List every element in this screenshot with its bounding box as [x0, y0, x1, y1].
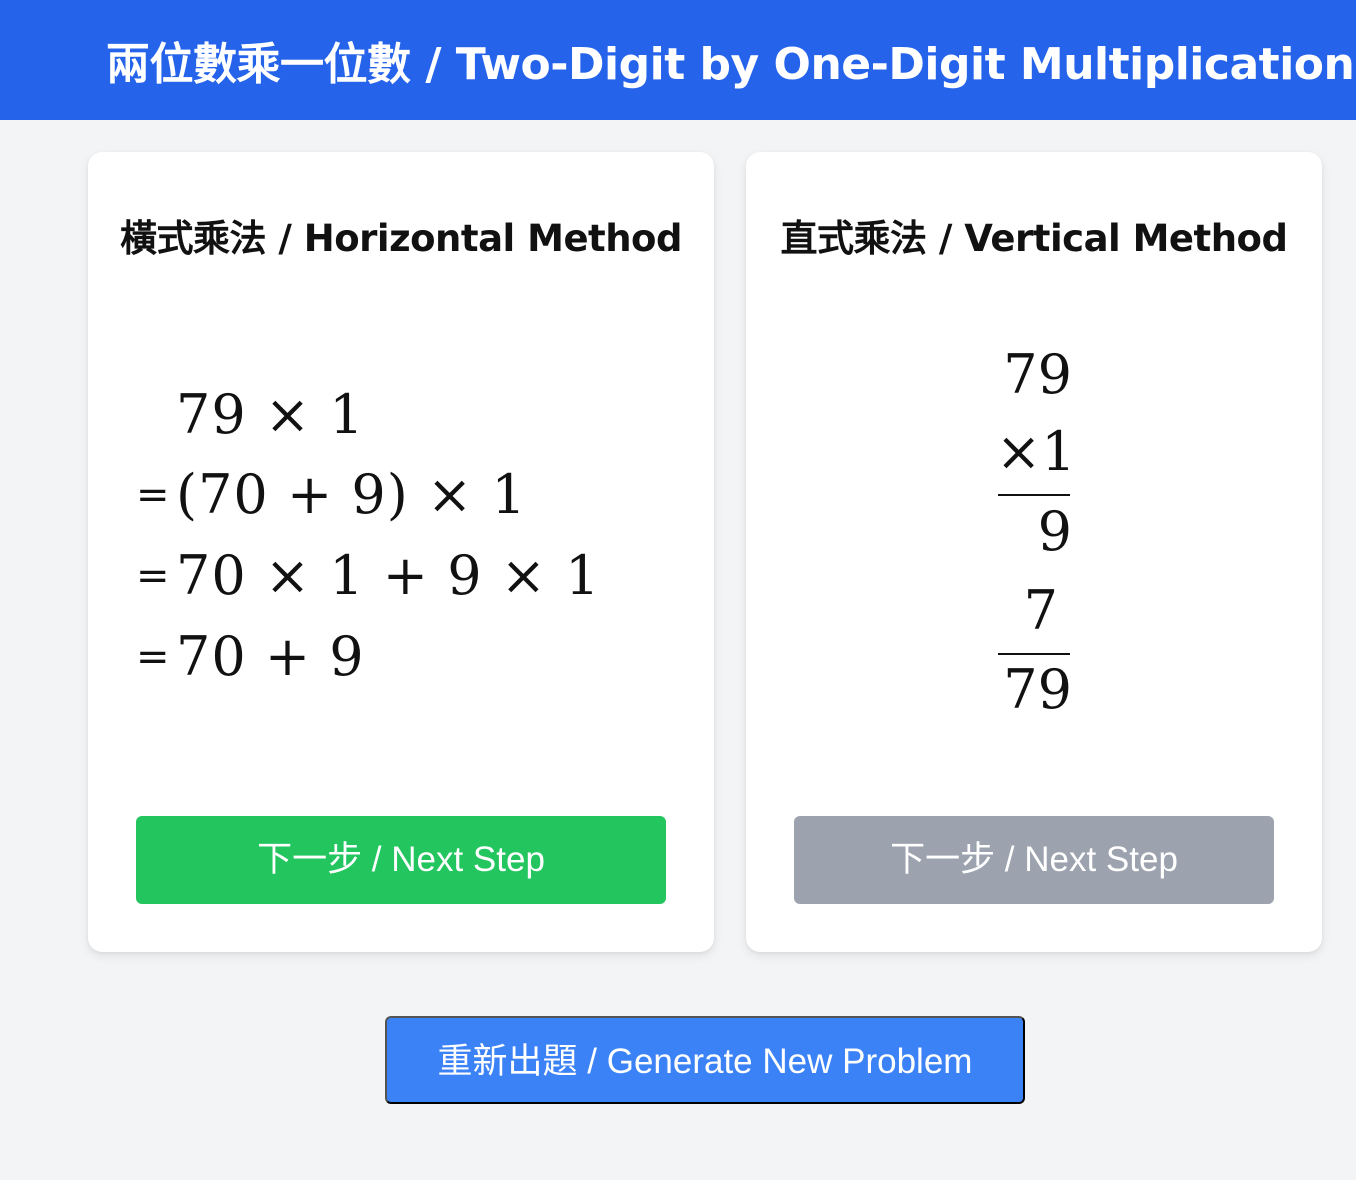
- horizontal-next-step-button[interactable]: 下一步 / Next Step: [136, 816, 666, 904]
- step-prefix: =: [136, 553, 170, 599]
- vertical-method-card: 直式乘法 / Vertical Method 79 ×1 9 7 79 下一步 …: [746, 152, 1322, 952]
- vertical-next-step-button[interactable]: 下一步 / Next Step: [794, 816, 1274, 904]
- vertical-rule-1: [998, 494, 1070, 496]
- horizontal-step-1: 79 × 1: [136, 380, 365, 450]
- step-prefix: =: [136, 634, 170, 680]
- vertical-result: 79: [1003, 658, 1072, 721]
- vertical-multiplicand: 79: [1003, 343, 1072, 406]
- horizontal-method-card: 橫式乘法 / Horizontal Method 79 × 1 = (70 + 9…: [88, 152, 714, 952]
- horizontal-method-title: 橫式乘法 / Horizontal Method: [120, 217, 682, 260]
- vertical-multiplier: ×1: [996, 420, 1076, 483]
- step-expression: (70 + 9) × 1: [176, 463, 527, 526]
- horizontal-step-3: = 70 × 1 + 9 × 1: [136, 541, 601, 611]
- vertical-partial-ones: 9: [1037, 500, 1072, 563]
- generate-new-problem-button[interactable]: 重新出題 / Generate New Problem: [385, 1016, 1025, 1104]
- page-title: 兩位數乘一位數 / Two-Digit by One-Digit Multipl…: [106, 39, 1355, 90]
- horizontal-step-2: = (70 + 9) × 1: [136, 460, 527, 530]
- horizontal-step-4: = 70 + 9: [136, 622, 365, 692]
- step-prefix: =: [136, 472, 170, 518]
- step-expression: 79 × 1: [176, 383, 365, 446]
- page-header: 兩位數乘一位數 / Two-Digit by One-Digit Multipl…: [0, 0, 1356, 120]
- vertical-method-title: 直式乘法 / Vertical Method: [780, 217, 1288, 260]
- vertical-partial-tens: 7: [1023, 579, 1058, 642]
- step-expression: 70 + 9: [176, 625, 365, 688]
- step-expression: 70 × 1 + 9 × 1: [176, 544, 601, 607]
